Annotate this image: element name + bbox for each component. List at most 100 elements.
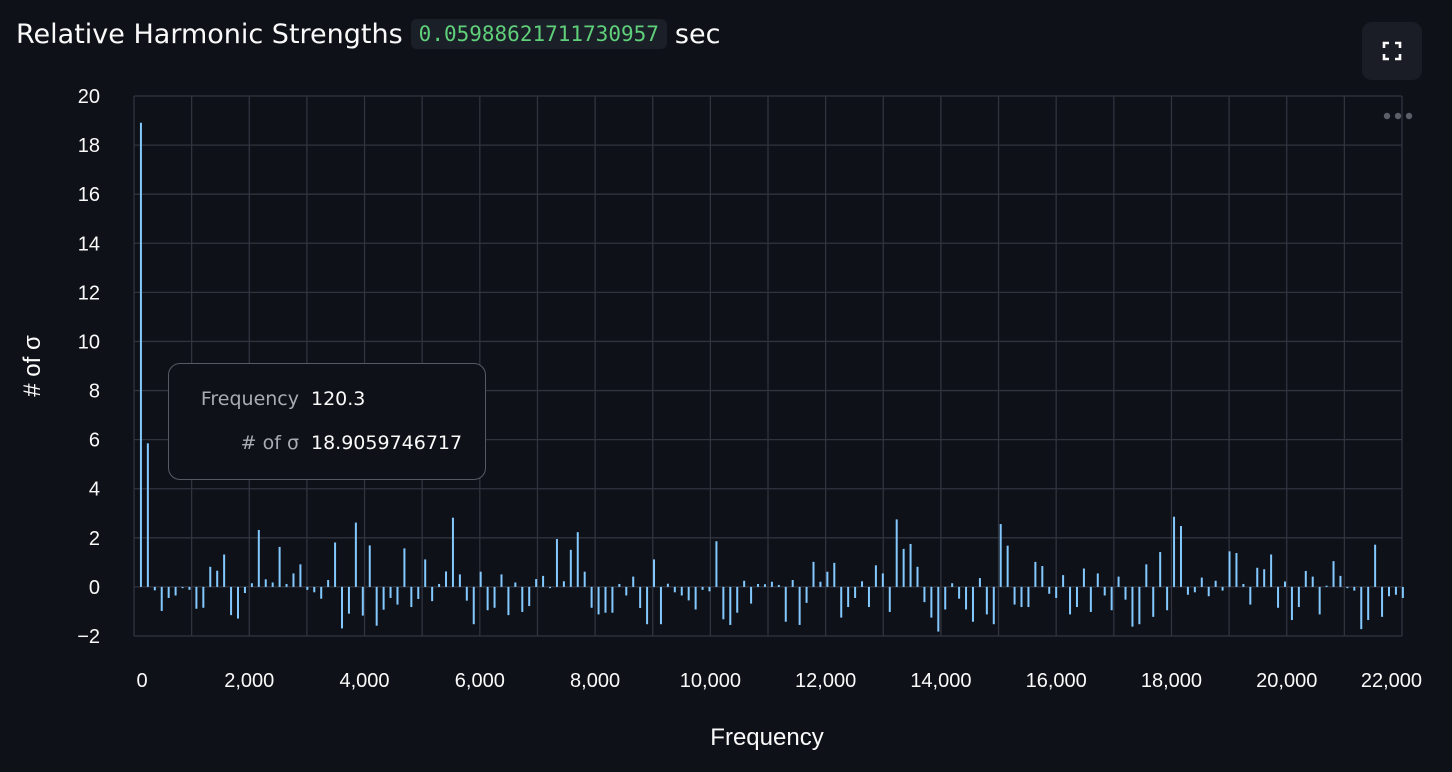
bar[interactable] [798, 586, 801, 625]
bar[interactable] [1193, 586, 1196, 593]
bar[interactable] [1062, 575, 1065, 587]
bar[interactable] [1304, 570, 1307, 587]
bar[interactable] [1318, 586, 1321, 615]
bar[interactable] [840, 586, 843, 618]
bar[interactable] [729, 586, 732, 625]
bar[interactable] [465, 586, 468, 601]
bar[interactable] [535, 579, 538, 587]
bar[interactable] [209, 566, 212, 587]
bar[interactable] [1290, 586, 1293, 621]
bar[interactable] [590, 586, 593, 608]
bar[interactable] [1235, 553, 1238, 587]
bar[interactable] [361, 586, 364, 616]
bar[interactable] [1152, 586, 1155, 617]
bar[interactable] [1283, 581, 1286, 587]
bar[interactable] [1069, 586, 1072, 615]
bar[interactable] [847, 586, 850, 608]
bar[interactable] [375, 586, 378, 626]
bar[interactable] [306, 586, 309, 590]
bar[interactable] [299, 564, 302, 587]
bar[interactable] [1034, 561, 1037, 587]
bar[interactable] [347, 586, 350, 614]
bar[interactable] [1082, 568, 1085, 587]
bar[interactable] [181, 586, 184, 589]
bar[interactable] [881, 573, 884, 587]
bar[interactable] [243, 586, 246, 594]
bar[interactable] [770, 581, 773, 587]
bar[interactable] [909, 543, 912, 587]
bar[interactable] [250, 583, 253, 587]
bar[interactable] [673, 586, 676, 593]
bar[interactable] [1075, 586, 1078, 608]
bar[interactable] [937, 586, 940, 632]
bar[interactable] [1263, 569, 1266, 587]
bar[interactable] [757, 583, 760, 587]
bar[interactable] [611, 586, 614, 613]
bar[interactable] [1353, 586, 1356, 591]
bar[interactable] [812, 561, 815, 587]
bar[interactable] [514, 582, 517, 587]
bar[interactable] [971, 586, 974, 622]
bar[interactable] [597, 586, 600, 615]
bar[interactable] [826, 571, 829, 587]
bar[interactable] [382, 586, 385, 610]
bar[interactable] [292, 573, 295, 587]
bar[interactable] [777, 584, 780, 587]
bar[interactable] [313, 586, 316, 593]
bar[interactable] [1325, 585, 1328, 587]
bar[interactable] [951, 583, 954, 587]
bar[interactable] [763, 584, 766, 587]
bar[interactable] [985, 586, 988, 615]
bar[interactable] [438, 583, 441, 587]
bar[interactable] [1297, 586, 1300, 608]
bar[interactable] [944, 586, 947, 610]
bar[interactable] [146, 443, 149, 587]
bar[interactable] [1214, 580, 1217, 587]
bar[interactable] [320, 586, 323, 599]
bar[interactable] [264, 579, 267, 587]
bar[interactable] [569, 549, 572, 587]
bar[interactable] [854, 586, 857, 598]
bar[interactable] [1381, 586, 1384, 617]
bar[interactable] [1117, 576, 1120, 587]
bar[interactable] [1173, 516, 1176, 587]
bar[interactable] [708, 586, 711, 592]
bar[interactable] [1006, 545, 1009, 587]
bar[interactable] [1124, 586, 1127, 600]
bar[interactable] [153, 586, 156, 591]
bar[interactable] [389, 586, 392, 598]
bar[interactable] [1256, 567, 1259, 587]
bar[interactable] [1360, 586, 1363, 630]
bar[interactable] [978, 578, 981, 587]
bar[interactable] [1374, 544, 1377, 587]
bar[interactable] [694, 586, 697, 610]
bar[interactable] [680, 586, 683, 596]
bar[interactable] [1346, 586, 1349, 589]
bar[interactable] [1394, 586, 1397, 595]
bar[interactable] [916, 566, 919, 587]
bar[interactable] [507, 586, 510, 616]
bar[interactable] [285, 583, 288, 587]
bar[interactable] [1387, 586, 1390, 597]
bar[interactable] [500, 574, 503, 587]
bar[interactable] [583, 571, 586, 587]
bar[interactable] [625, 586, 628, 596]
bar[interactable] [479, 571, 482, 587]
bar[interactable] [1249, 586, 1252, 605]
bar[interactable] [1311, 576, 1314, 587]
bar[interactable] [257, 529, 260, 587]
bar[interactable] [174, 586, 177, 596]
bar[interactable] [1138, 586, 1141, 625]
bar[interactable] [417, 586, 420, 599]
bar[interactable] [472, 586, 475, 625]
bar[interactable] [1332, 561, 1335, 587]
bar[interactable] [902, 548, 905, 587]
bar[interactable] [895, 519, 898, 587]
bar[interactable] [1096, 573, 1099, 587]
bar[interactable] [1159, 552, 1162, 587]
bar[interactable] [1179, 526, 1182, 587]
bar[interactable] [528, 586, 531, 607]
bar[interactable] [195, 586, 198, 609]
bar[interactable] [1103, 586, 1106, 596]
bar[interactable] [139, 122, 142, 587]
